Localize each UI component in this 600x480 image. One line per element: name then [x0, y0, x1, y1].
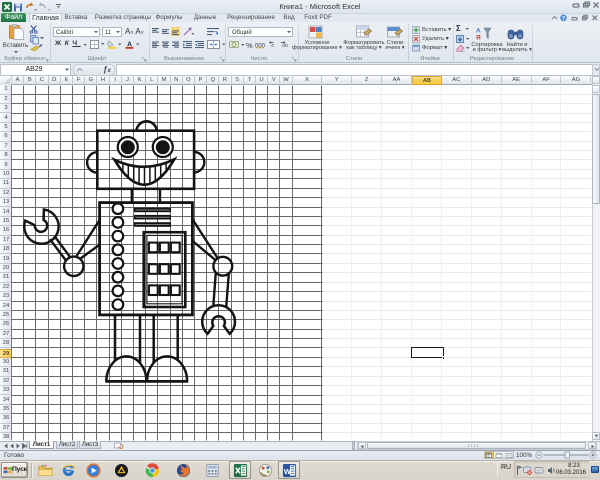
svg-text:W: W — [283, 467, 291, 476]
